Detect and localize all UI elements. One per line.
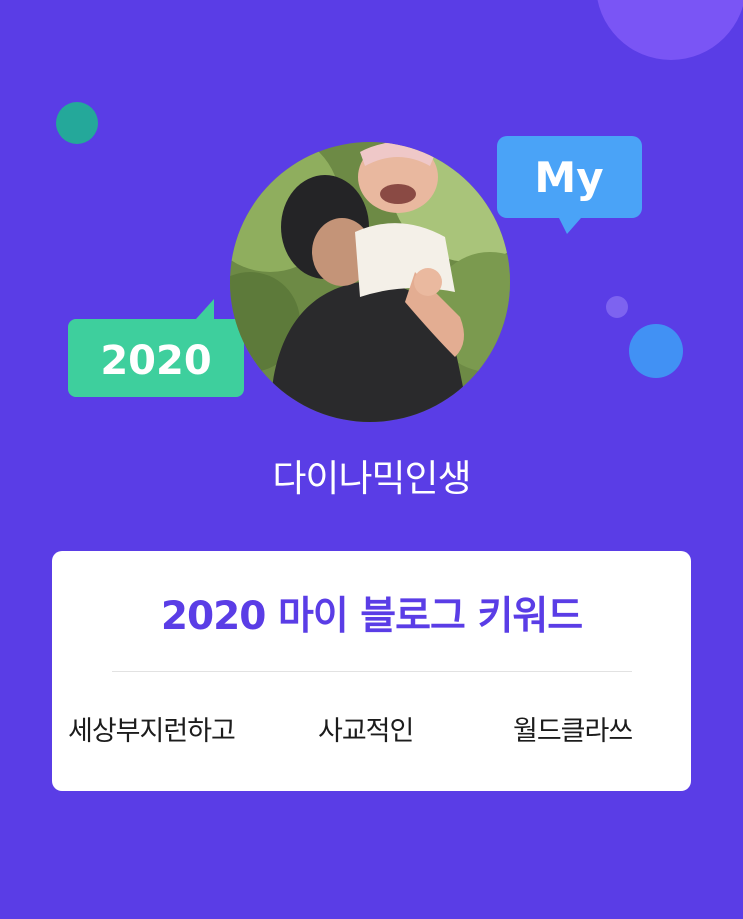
keyword-item: 월드클라쓰 <box>513 716 633 747</box>
profile-nickname: 다이나믹인생 <box>272 457 471 500</box>
bubble-year-label: 2020 <box>100 338 211 384</box>
decorative-dot <box>629 324 683 378</box>
keyword-card: 2020 마이 블로그 키워드 세상부지런하고 사교적인 월드클라쓰 <box>52 551 691 791</box>
bubble-my-label: My <box>534 153 603 202</box>
decorative-dot <box>606 296 628 318</box>
profile-photo-icon <box>230 142 510 422</box>
keyword-item: 세상부지런하고 <box>68 716 236 747</box>
blog-keyword-screen: My 2020 다이나믹인생 2020 마이 블로그 키워드 세상부지런하고 사… <box>0 0 743 919</box>
keyword-list: 세상부지런하고 사교적인 월드클라쓰 <box>52 709 691 749</box>
card-title: 2020 마이 블로그 키워드 <box>160 594 583 639</box>
keyword-item: 사교적인 <box>318 716 414 747</box>
speech-bubble-icon: My <box>497 136 642 234</box>
avatar[interactable] <box>230 142 510 422</box>
speech-bubble-icon: 2020 <box>68 299 244 397</box>
year-speech-bubble: 2020 <box>68 299 248 403</box>
my-speech-bubble: My <box>497 136 642 240</box>
decorative-dot <box>56 102 98 144</box>
decorative-circle <box>596 0 743 60</box>
divider <box>112 671 632 672</box>
